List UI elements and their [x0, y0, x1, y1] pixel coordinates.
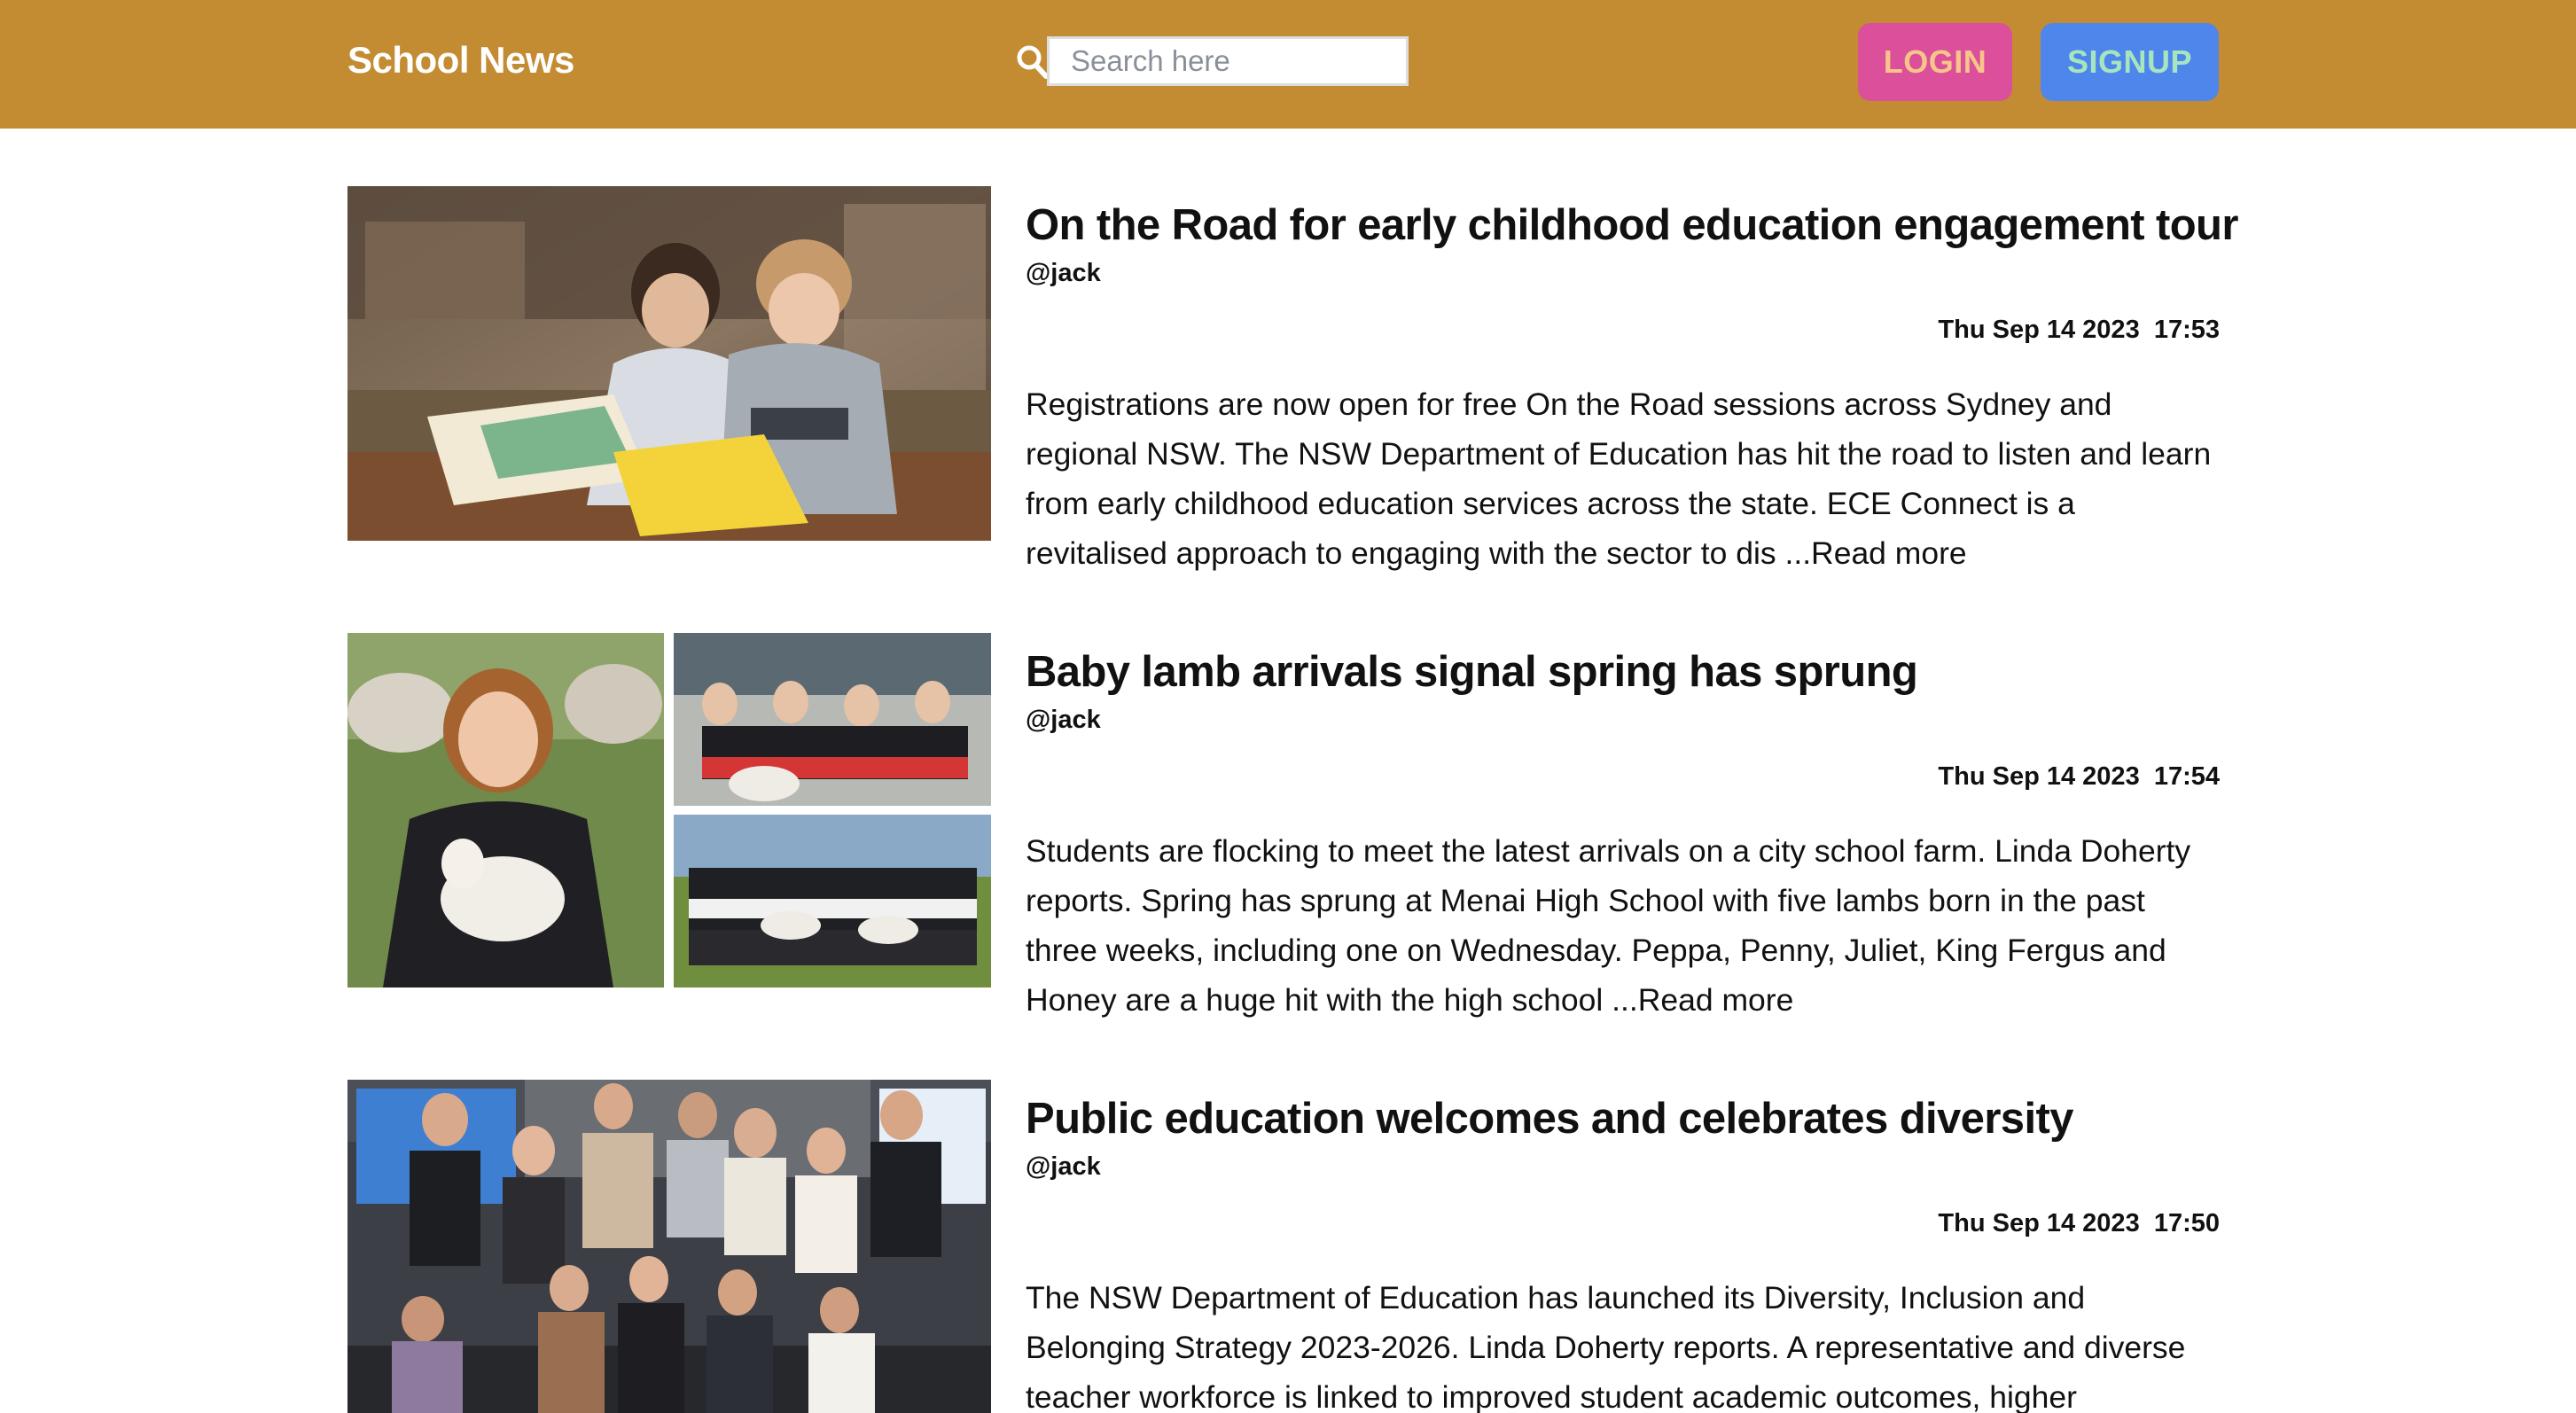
article-date-time: 17:54 [2153, 762, 2220, 791]
article-date-day: Thu Sep 14 2023 [1938, 316, 2140, 344]
read-more-link[interactable]: ...Read more [1612, 982, 1793, 1018]
article-card: On the Road for early childhood educatio… [347, 186, 2238, 571]
article-author[interactable]: @jack [1026, 259, 1101, 288]
search-icon[interactable] [1016, 44, 1050, 80]
article-date-time: 17:53 [2153, 316, 2220, 344]
article-title[interactable]: On the Road for early childhood educatio… [1026, 199, 2238, 252]
article-date-day: Thu Sep 14 2023 [1938, 1209, 2140, 1237]
article-date-time: 17:50 [2153, 1209, 2220, 1237]
article-author[interactable]: @jack [1026, 706, 1101, 735]
article-title[interactable]: Baby lamb arrivals signal spring has spr… [1026, 645, 1918, 699]
login-button[interactable]: LOGIN [1858, 23, 2012, 101]
search-input[interactable] [1047, 36, 1409, 86]
page: School News LOGIN SIGNUP [0, 0, 2576, 1413]
article-date: Thu Sep 14 2023 17:50 [1938, 1209, 2220, 1238]
article-thumbnail[interactable] [347, 186, 991, 541]
article-title[interactable]: Public education welcomes and celebrates… [1026, 1092, 2073, 1145]
brand-logo[interactable]: School News [347, 39, 574, 82]
article-date: Thu Sep 14 2023 17:53 [1938, 316, 2220, 345]
article-excerpt-text: The NSW Department of Education has laun… [1026, 1280, 2186, 1413]
article-excerpt-text: Registrations are now open for free On t… [1026, 386, 2212, 571]
article-excerpt-text: Students are flocking to meet the latest… [1026, 833, 2191, 1018]
article-card: Baby lamb arrivals signal spring has spr… [347, 633, 2220, 1018]
article-thumbnail[interactable] [347, 633, 991, 988]
article-excerpt: The NSW Department of Education has laun… [1026, 1273, 2220, 1413]
article-excerpt: Registrations are now open for free On t… [1026, 379, 2220, 578]
article-card: Public education welcomes and celebrates… [347, 1080, 2220, 1413]
signup-button[interactable]: SIGNUP [2041, 23, 2219, 101]
article-author[interactable]: @jack [1026, 1152, 1101, 1182]
navbar: School News LOGIN SIGNUP [0, 0, 2576, 129]
article-excerpt: Students are flocking to meet the latest… [1026, 826, 2220, 1025]
article-date-day: Thu Sep 14 2023 [1938, 762, 2140, 791]
article-date: Thu Sep 14 2023 17:54 [1938, 762, 2220, 792]
article-thumbnail[interactable] [347, 1080, 991, 1413]
read-more-link[interactable]: ...Read more [1784, 535, 1966, 571]
